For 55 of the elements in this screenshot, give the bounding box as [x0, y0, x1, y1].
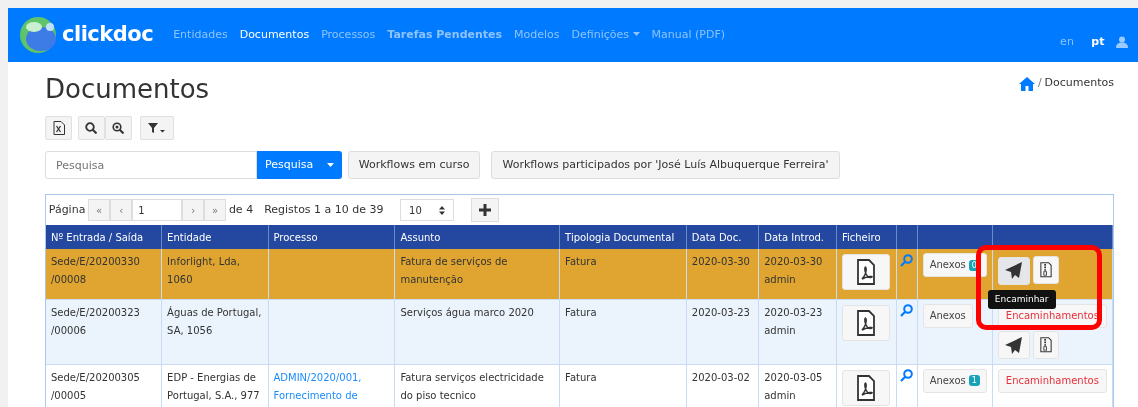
pager-button[interactable]: ‹	[110, 199, 133, 222]
brand-name: clickdoc	[62, 21, 154, 49]
column-header: Tipologia Documental	[565, 231, 675, 243]
page-title: Documentos	[45, 74, 210, 106]
nav-link[interactable]: Documentos	[233, 26, 316, 44]
table-cell-text: admin	[764, 323, 797, 338]
table-cell: Sede/E/20200330 /00008	[51, 256, 140, 286]
table-cell-text: 2020-03-30	[764, 255, 824, 270]
table-cell: Fatura serviços electricidade do piso tecnico	[400, 371, 544, 401]
slash-separator: /	[1038, 75, 1042, 92]
page-count: de 4	[228, 201, 254, 218]
table-cell: Sede/E/20200323 /00006	[51, 306, 140, 336]
column-header: Assunto	[400, 231, 441, 243]
attachments-button[interactable]: Anexos 0	[922, 253, 987, 278]
table-row[interactable]: Sede/E/20200305 /00005 EDP - Energias de Portugal, S.A., 977 ADMIN/2020/001, Fornecimento de Fatura serviços electricidade do piso tecnico Fatura 2020-03-02 2020-03-05 admin Anexos 1 Encaminhamentos	[46, 364, 1113, 407]
search-field[interactable]: Pesquisa	[45, 151, 257, 180]
table-cell: 2020-03-02	[691, 371, 750, 383]
page-size-select[interactable]: 10	[400, 199, 455, 222]
workflow-button[interactable]: Workflows em curso	[347, 151, 481, 180]
table-cell-text: admin	[764, 388, 797, 403]
table-cell: Serviços água marco 2020	[400, 306, 534, 318]
pager-button[interactable]: ›	[182, 199, 205, 222]
process-link[interactable]: ADMIN/2020/001, Fornecimento de	[273, 368, 390, 405]
records-count: Registos 1 a 10 de 39	[264, 201, 384, 218]
search-button[interactable]: Pesquisa	[257, 151, 343, 180]
forwards-button[interactable]: Encaminhamentos	[997, 368, 1107, 393]
column-header: Ficheiro	[841, 231, 881, 243]
table-cell-text: Águas de Portugal, SA, 1056	[167, 305, 263, 338]
column-header: Data Introd.	[764, 231, 825, 243]
column-header: Data Doc.	[691, 231, 742, 243]
table-cell: Fatura	[565, 371, 597, 383]
workflow-button[interactable]: Workflows participados por 'José Luís Albuquerque Ferreira'	[491, 151, 840, 180]
table-cell-text: Inforlight, Lda, 1060	[167, 255, 241, 288]
pager-button[interactable]: «	[88, 199, 111, 222]
table-cell-text: 2020-03-05	[764, 370, 824, 385]
attachments-button[interactable]: Anexos	[922, 303, 973, 328]
page-label: Página	[48, 201, 86, 218]
language-link[interactable]: pt	[1085, 33, 1111, 51]
table-cell-text: EDP - Energias de Portugal, S.A., 977	[167, 370, 261, 403]
page-field[interactable]: 1	[132, 199, 183, 222]
table-cell: Fatura de serviços de manutenção	[400, 256, 508, 286]
table-cell: 2020-03-30	[691, 256, 750, 268]
table-cell-text: 2020-03-23	[764, 305, 824, 320]
table-cell: Fatura	[565, 256, 597, 268]
pager-button[interactable]: »	[204, 199, 227, 222]
attachments-button[interactable]: Anexos 1	[922, 368, 987, 393]
column-header: Nº Entrada / Saída	[51, 231, 144, 243]
table-cell: Fatura	[565, 306, 597, 318]
table-cell: 2020-03-23	[691, 306, 750, 318]
table-cell: Sede/E/20200305 /00005	[51, 371, 140, 401]
column-header: Processo	[273, 231, 318, 243]
breadcrumb-item: Documentos	[1044, 75, 1114, 92]
count-badge: 1	[968, 375, 980, 387]
column-header: Entidade	[167, 231, 212, 243]
table-cell-text: admin	[764, 273, 797, 288]
